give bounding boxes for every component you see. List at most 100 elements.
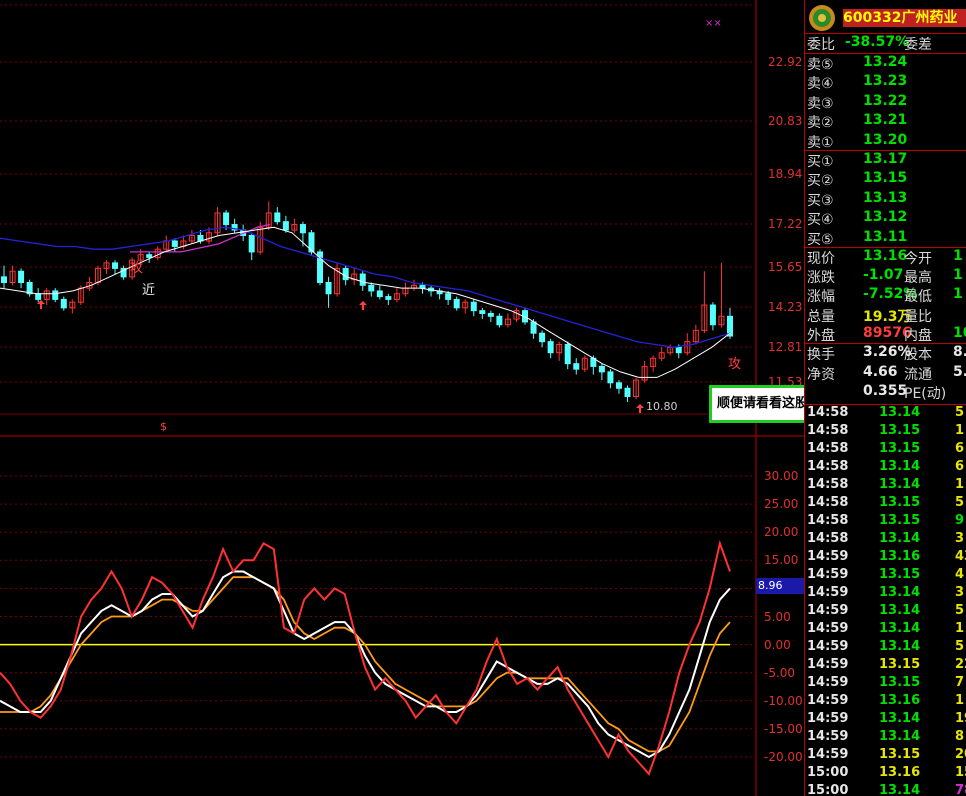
tick-time: 14:58 [807, 495, 849, 510]
tick-time: 14:59 [807, 567, 849, 582]
tick-row: 14:59 13.14 1 [805, 621, 966, 639]
sell-level-label: 卖① [807, 134, 834, 151]
attack-label-right: 攻 [728, 357, 742, 372]
chart-area[interactable]: 22.92 20.83 18.94 17.22 15.65 14.23 12.81 11.53… [0, 0, 847, 796]
indicator-red-line [0, 539, 731, 776]
candle-body [470, 301, 477, 312]
candle-body [282, 221, 289, 231]
stat-label: 涨幅 [807, 289, 835, 306]
tick-row: 14:58 13.15 1 [805, 423, 966, 441]
stat2-label: 换手 [807, 347, 835, 363]
sell-price: 13.24 [863, 54, 908, 70]
tick-time: 14:58 [807, 441, 849, 456]
stat2-label: 净资 [807, 366, 835, 383]
sell-level-row: 卖④ 13.23 [805, 73, 966, 92]
tick-price: 13.14 [879, 477, 921, 492]
tick-price: 13.14 [879, 405, 921, 420]
indicator-value-badge: 8.96 [756, 578, 804, 594]
tick-price: 13.14 [879, 711, 921, 726]
tick-time: 14:59 [807, 585, 849, 600]
sell-level-row: 卖② 13.21 [805, 112, 966, 131]
tick-volume: 7 [955, 675, 965, 690]
tick-row: 14:59 13.16 1 [805, 693, 966, 711]
tick-row: 14:59 13.14 19 [805, 711, 966, 729]
tick-time: 14:58 [807, 477, 849, 492]
low-price-label: 10.80 [646, 400, 678, 413]
tick-volume: 9 [955, 513, 965, 528]
candle-body [274, 212, 281, 223]
xx-marker: ×× [705, 18, 722, 29]
candle-body [479, 310, 486, 314]
candle-body [342, 267, 349, 281]
tick-price: 13.15 [879, 657, 921, 672]
tick-volume: 8 [955, 729, 965, 744]
stock-name: 广州药业 [901, 10, 958, 26]
tick-time: 14:59 [807, 711, 849, 726]
stat-row: 总量 19.3万 量比 [805, 306, 966, 325]
tick-time: 14:58 [807, 423, 849, 438]
stat2-row: 0.355 PE(动) [805, 383, 966, 402]
candle-body [496, 315, 503, 326]
tick-time: 14:58 [807, 513, 849, 528]
tick-price: 13.16 [879, 549, 921, 564]
up-arrow-icon [359, 301, 367, 310]
tick-row: 14:59 13.14 8 [805, 729, 966, 747]
tick-price: 13.14 [879, 729, 921, 744]
tick-volume: 20 [955, 747, 966, 762]
tick-price: 13.15 [879, 747, 921, 762]
candle-body [1, 276, 7, 283]
buy-level-row: 买③ 13.13 [805, 190, 966, 209]
candle-body [615, 382, 622, 389]
tick-price: 13.14 [879, 585, 921, 600]
tick-time: 14:59 [807, 675, 849, 690]
candle-body [146, 254, 153, 258]
tick-time: 14:58 [807, 405, 849, 420]
tick-volume: 22 [955, 657, 966, 672]
tick-time: 14:59 [807, 693, 849, 708]
candle-body [18, 270, 25, 283]
sell-level-row: 卖③ 13.22 [805, 93, 966, 112]
tick-row: 14:58 13.14 5 [805, 405, 966, 423]
buy-price: 13.11 [863, 228, 908, 245]
stock-title: 600332广州药业 [843, 9, 966, 27]
tick-price: 13.14 [879, 459, 921, 474]
candle-body [709, 304, 716, 326]
tick-price: 13.16 [879, 765, 921, 780]
stat-value-2: 10 [953, 324, 966, 341]
sell-price: 13.23 [863, 73, 908, 90]
tick-row: 14:59 13.15 7 [805, 675, 966, 693]
tick-row: 14:58 13.14 1 [805, 477, 966, 495]
tick-volume: 15 [955, 765, 966, 780]
stat-label-2: 今开 [904, 251, 932, 267]
tick-row: 14:58 13.15 6 [805, 441, 966, 459]
tick-time: 15:00 [807, 765, 849, 780]
tick-volume: 1 [955, 477, 965, 492]
sell-price: 13.21 [863, 112, 908, 129]
stat-value-2: 1 [953, 267, 963, 284]
candle-body [530, 321, 537, 334]
tick-row: 14:59 13.14 3 [805, 585, 966, 603]
stat-value: -1.07 [863, 267, 904, 284]
candle-body [607, 371, 614, 384]
wei-bi-value: -38.57% [845, 34, 910, 50]
tick-time: 14:59 [807, 639, 849, 654]
tick-price: 13.15 [879, 441, 921, 456]
sell-price: 13.22 [863, 92, 908, 109]
stat-value-2: 1 [953, 286, 963, 303]
tick-price: 13.14 [879, 783, 921, 796]
candle-body [445, 293, 452, 300]
tick-price: 13.15 [879, 495, 921, 510]
candle-body [325, 281, 332, 295]
tick-price: 13.15 [879, 423, 921, 438]
stat-label-2: 内盘 [904, 327, 932, 344]
tick-time: 15:00 [807, 783, 849, 796]
ma-long-line [0, 226, 731, 348]
chart-canvas[interactable] [0, 0, 804, 796]
candle-body [547, 341, 554, 354]
candle-body [487, 312, 494, 317]
tick-volume: 19 [955, 711, 966, 726]
tick-price: 13.16 [879, 693, 921, 708]
buy-level-label: 买④ [807, 212, 834, 229]
stat2-label-2: 流通 [904, 366, 932, 383]
stat-label: 总量 [807, 308, 835, 325]
